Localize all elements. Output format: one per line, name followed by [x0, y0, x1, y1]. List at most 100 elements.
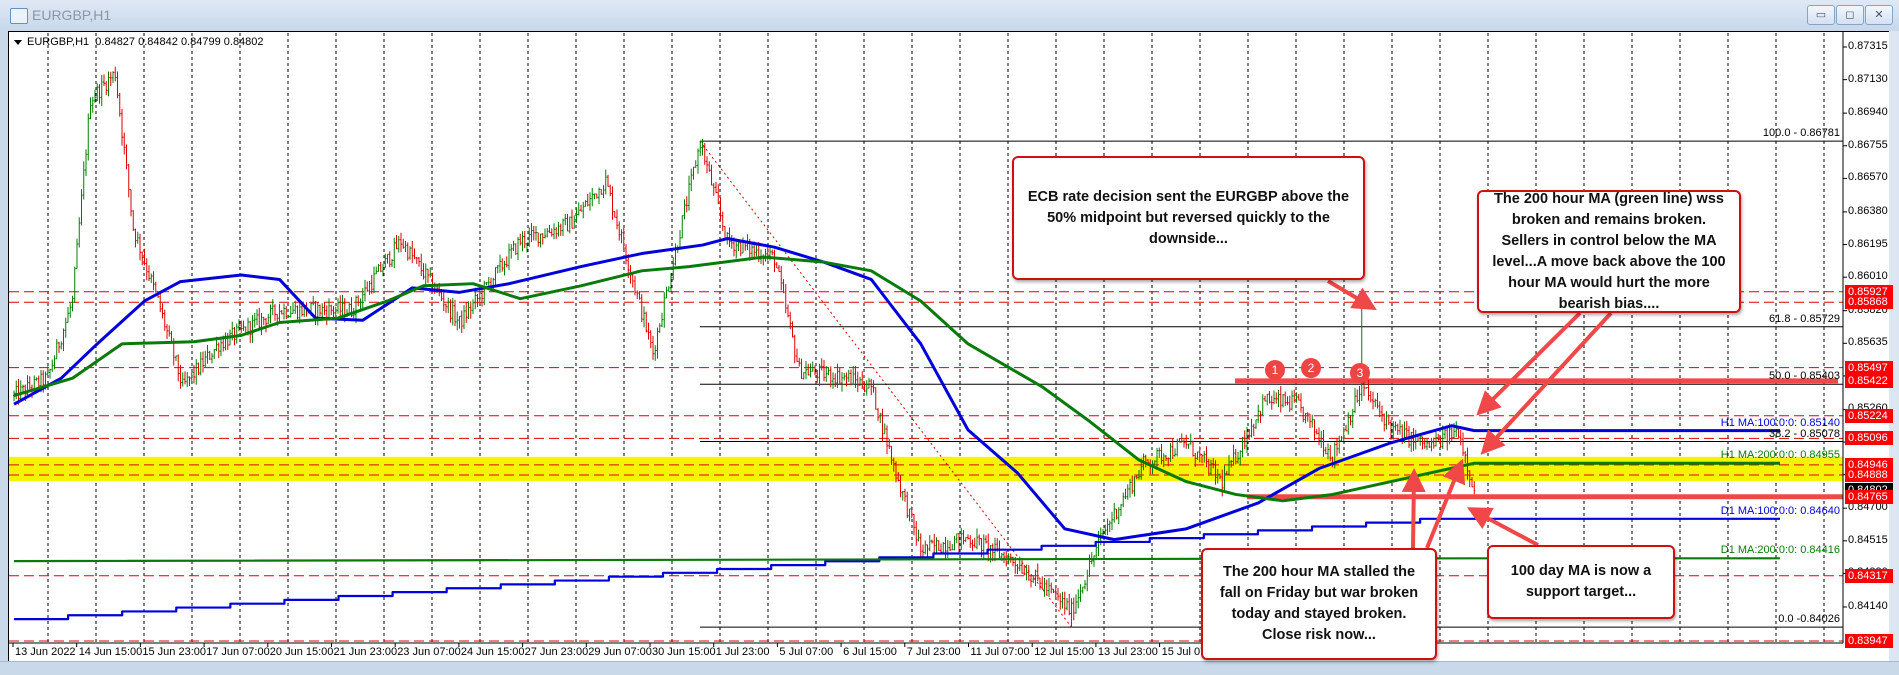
price-bar [186, 371, 189, 388]
price-bar [933, 533, 936, 553]
price-bar [1075, 594, 1077, 614]
price-bar [944, 537, 947, 559]
price-bar [823, 360, 825, 382]
price-bar [879, 412, 882, 424]
price-bar [982, 534, 985, 559]
price-axis-label: 0.86755 [1848, 138, 1888, 151]
price-bar [375, 266, 378, 275]
price-bar [1414, 429, 1417, 450]
price-bar [609, 184, 612, 197]
price-bar [316, 302, 319, 326]
price-bar [105, 81, 108, 95]
price-bar [706, 156, 708, 174]
price-bar [69, 303, 72, 318]
price-bar [1032, 575, 1035, 583]
price-bar [1369, 390, 1372, 403]
price-bar [280, 309, 283, 315]
price-bar [321, 303, 324, 318]
price-bar [447, 297, 450, 314]
moving-average-label: D1 MA:200:0:0: 0.84416 [1720, 544, 1840, 557]
price-bar [188, 376, 191, 387]
price-bar [130, 189, 132, 217]
price-bar [694, 160, 697, 168]
price-bar [710, 164, 713, 186]
price-bar [985, 535, 987, 544]
price-bar [683, 199, 686, 220]
price-bar [78, 217, 81, 248]
price-bar [339, 295, 342, 316]
price-bar [919, 533, 922, 558]
price-bar [1372, 391, 1374, 410]
price-bar [1270, 395, 1273, 410]
price-bar [1124, 488, 1127, 500]
price-bar [1444, 428, 1446, 440]
price-bar [1277, 389, 1280, 408]
price-bar [415, 256, 418, 264]
price-bar [206, 344, 209, 364]
price-bar [1050, 582, 1053, 594]
price-bar [58, 341, 60, 353]
price-bar [409, 246, 411, 260]
price-bar [528, 227, 531, 247]
price-bar [103, 74, 105, 87]
price-bar [256, 309, 258, 326]
price-bar [881, 408, 884, 442]
price-bar [847, 369, 850, 382]
price-bar [1266, 393, 1269, 406]
price-bar [253, 312, 256, 328]
price-bar [539, 233, 542, 248]
price-bar [611, 186, 614, 220]
price-axis-label: 0.84140 [1848, 599, 1888, 612]
price-bar [577, 202, 580, 216]
price-bar [1286, 396, 1289, 406]
price-bar [613, 210, 616, 218]
price-bar [764, 248, 767, 262]
price-bar [559, 223, 562, 236]
price-bar [935, 537, 938, 553]
price-bar [1315, 428, 1318, 435]
price-bar [1072, 597, 1075, 621]
price-bar [476, 294, 479, 308]
price-bar [645, 311, 648, 333]
ohlc-open: 0.84827 [95, 36, 136, 48]
price-bar [782, 279, 785, 294]
collapse-triangle-icon[interactable] [14, 39, 22, 45]
price-bar [555, 227, 558, 239]
price-bar [271, 299, 274, 316]
price-bar [1417, 436, 1419, 442]
price-bar [562, 218, 564, 236]
price-bar [1284, 391, 1287, 406]
price-bar [386, 253, 389, 264]
price-bar [429, 267, 432, 278]
price-bar [1318, 427, 1320, 446]
price-bar [76, 238, 78, 270]
price-bar [1457, 427, 1460, 438]
price-bar [832, 372, 834, 389]
price-bar [1340, 436, 1343, 442]
price-bar [888, 439, 891, 449]
price-bar [793, 334, 796, 364]
price-bar [465, 302, 468, 323]
price-bar [370, 274, 373, 294]
price-axis-label: 0.86010 [1848, 270, 1888, 283]
price-bar [1111, 511, 1113, 531]
price-bar [775, 262, 778, 269]
price-bar [1093, 555, 1095, 567]
marker-3: 3 [1350, 363, 1370, 383]
annotation-arrows [1326, 279, 1613, 549]
price-bar [674, 243, 677, 266]
price-bar [121, 108, 123, 146]
annotation-ma200-broken: The 200 hour MA (green line) wss broken … [1477, 190, 1741, 313]
price-bar [1158, 447, 1161, 458]
price-bar [1320, 430, 1323, 448]
price-bar [1376, 392, 1379, 409]
time-axis-label: 5 Jul 07:00 [779, 646, 834, 658]
price-axis-label: 0.86380 [1848, 204, 1888, 217]
price-bar [487, 276, 490, 287]
price-bar [602, 185, 605, 198]
price-bar [874, 387, 877, 410]
price-bar [395, 235, 398, 250]
time-axis-label: 23 Jun 07:00 [397, 646, 461, 658]
arrow-icon [1401, 468, 1426, 549]
price-bar [501, 258, 504, 272]
